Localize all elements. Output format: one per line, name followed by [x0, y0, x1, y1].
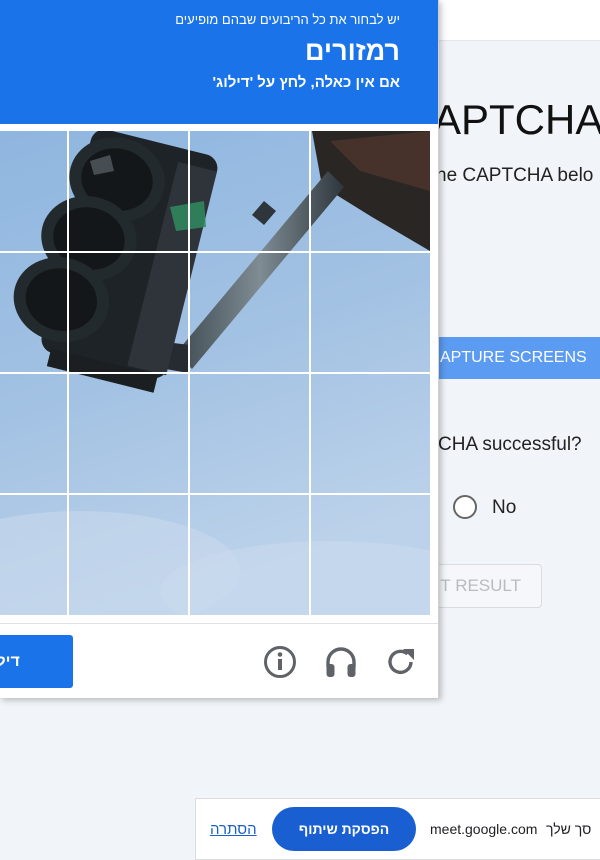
captcha-tile[interactable] — [309, 131, 430, 253]
captcha-tile[interactable] — [309, 493, 430, 615]
screen-share-bar: הסתרה הפסקת שיתוף meet.google.com סך שלך — [195, 798, 600, 860]
captcha-tile[interactable] — [188, 251, 311, 374]
captcha-tile[interactable] — [188, 493, 311, 615]
captcha-tile[interactable] — [309, 251, 430, 374]
captcha-target-word: רמזורים — [305, 36, 400, 66]
captcha-tile[interactable] — [67, 493, 190, 615]
headphones-icon[interactable] — [324, 645, 358, 679]
sharing-domain: meet.google.com — [430, 821, 538, 837]
sharing-status-text: סך שלך — [546, 821, 592, 837]
background-instructions: he CAPTCHA belo — [436, 165, 594, 186]
stop-sharing-button[interactable]: הפסקת שיתוף — [272, 807, 416, 851]
radio-no[interactable] — [453, 495, 477, 519]
skip-button[interactable]: דילוג — [0, 635, 73, 688]
captcha-tile[interactable] — [0, 372, 69, 495]
captcha-header: יש לבחור את כל הריבועים שבהם מופיעים רמז… — [0, 0, 438, 124]
hide-link[interactable]: הסתרה — [210, 821, 257, 838]
capture-screenshot-button[interactable]: APTURE SCREENS — [428, 337, 600, 379]
captcha-tile[interactable] — [67, 131, 190, 253]
captcha-tile[interactable] — [0, 493, 69, 615]
captcha-tile[interactable] — [188, 131, 311, 253]
captcha-challenge-dialog: יש לבחור את כל הריבועים שבהם מופיעים רמז… — [0, 0, 439, 698]
reload-icon[interactable] — [384, 645, 418, 679]
captcha-tile[interactable] — [188, 372, 311, 495]
captcha-tile[interactable] — [0, 251, 69, 374]
captcha-tile[interactable] — [67, 251, 190, 374]
captcha-footer-divider — [0, 623, 438, 624]
background-page-title: APTCHA — [433, 96, 600, 143]
radio-no-label[interactable]: No — [492, 497, 516, 519]
captcha-success-question: CHA successful? — [438, 434, 582, 455]
captcha-tile[interactable] — [67, 372, 190, 495]
captcha-image-grid — [0, 131, 430, 615]
captcha-instruction: יש לבחור את כל הריבועים שבהם מופיעים — [175, 12, 400, 27]
captcha-skip-hint: אם אין כאלה, לחץ על 'דילוג' — [212, 74, 400, 91]
captcha-tile[interactable] — [0, 131, 69, 253]
captcha-tile[interactable] — [309, 372, 430, 495]
info-icon[interactable] — [263, 645, 297, 679]
